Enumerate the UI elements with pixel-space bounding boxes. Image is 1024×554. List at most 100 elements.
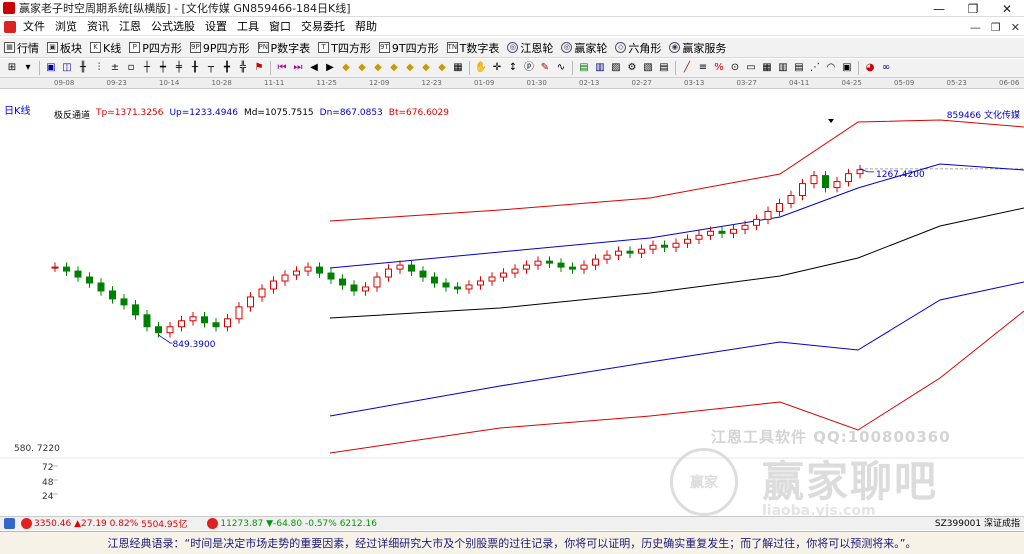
color-wheel-icon[interactable]: ◕ bbox=[863, 61, 877, 75]
toolbar-quotes-button[interactable]: ▦ 行情 bbox=[0, 38, 43, 58]
grid-status-icon[interactable] bbox=[4, 518, 15, 529]
menu-settings[interactable]: 设置 bbox=[200, 18, 232, 36]
layout-icon[interactable]: ⊞ bbox=[5, 61, 19, 75]
bars7-icon[interactable]: ╬ bbox=[236, 61, 250, 75]
menu-help[interactable]: 帮助 bbox=[350, 18, 382, 36]
calc-icon[interactable]: ▤ bbox=[577, 61, 591, 75]
bars3-icon[interactable]: ╪ bbox=[172, 61, 186, 75]
toolbar-winner-wheel-button[interactable]: ◎ 赢家轮 bbox=[557, 38, 611, 58]
toolbar-label: 赢家轮 bbox=[574, 41, 608, 55]
bars4-icon[interactable]: ╂ bbox=[188, 61, 202, 75]
toolbar-p-square-button[interactable]: P P四方形 bbox=[125, 38, 186, 58]
bar-type-icon[interactable]: ╫ bbox=[76, 61, 90, 75]
hand-icon[interactable]: ✋ bbox=[474, 61, 488, 75]
mdi-minimize-button[interactable]: — bbox=[970, 21, 981, 34]
menu-tools[interactable]: 工具 bbox=[232, 18, 264, 36]
plus-minus-icon[interactable]: ± bbox=[108, 61, 122, 75]
data-icon[interactable]: ▧ bbox=[641, 61, 655, 75]
percent-icon[interactable]: % bbox=[712, 61, 726, 75]
menu-formula[interactable]: 公式选股 bbox=[146, 18, 200, 36]
candle-body bbox=[362, 286, 369, 292]
diamond4-icon[interactable]: ◆ bbox=[387, 61, 401, 75]
box-tool-icon[interactable]: ▣ bbox=[840, 61, 854, 75]
square-grid-icon[interactable]: ▦ bbox=[760, 61, 774, 75]
toolbar-9p-square-button[interactable]: 9P 9P四方形 bbox=[186, 38, 254, 58]
close-button[interactable]: ✕ bbox=[990, 0, 1024, 17]
minimize-button[interactable]: — bbox=[922, 0, 956, 17]
candle-body bbox=[189, 316, 197, 322]
wave-tool-icon[interactable]: ∿ bbox=[554, 61, 568, 75]
dropdown-icon[interactable]: ▾ bbox=[21, 61, 35, 75]
candle-body bbox=[776, 202, 783, 212]
infinity-icon[interactable]: ∞ bbox=[879, 61, 893, 75]
menu-gann[interactable]: 江恩 bbox=[114, 18, 146, 36]
last-icon[interactable]: ⏭ bbox=[291, 61, 305, 75]
watermark-url: liaoba.yjs.com bbox=[762, 503, 876, 516]
menu-browse[interactable]: 浏览 bbox=[50, 18, 82, 36]
menu-logo-icon bbox=[4, 20, 16, 33]
diamond5-icon[interactable]: ◆ bbox=[403, 61, 417, 75]
toolbar-blocks-button[interactable]: ▣ 板块 bbox=[43, 38, 86, 58]
line-type-icon[interactable]: ⫶ bbox=[92, 61, 106, 75]
gann-wheel-icon: ◎ bbox=[507, 42, 519, 53]
right-icon[interactable]: ▶ bbox=[323, 61, 337, 75]
toolbar-label: 行情 bbox=[17, 41, 39, 55]
cross-icon[interactable]: ✛ bbox=[490, 61, 504, 75]
gann-fan-icon[interactable]: ⋰ bbox=[808, 61, 822, 75]
toolbar-t-table-button[interactable]: TN T数字表 bbox=[443, 38, 504, 58]
percent-tool-icon[interactable]: ⓟ bbox=[522, 61, 536, 75]
candle-body bbox=[557, 262, 565, 268]
grid-lines-icon[interactable]: ▦ bbox=[451, 61, 465, 75]
ruler-icon[interactable]: ▤ bbox=[792, 61, 806, 75]
toolbar-9t-square-button[interactable]: 9T 9T四方形 bbox=[375, 38, 443, 58]
sh-index-icon[interactable] bbox=[21, 518, 32, 529]
toolbar-t-square-button[interactable]: T T四方形 bbox=[314, 38, 375, 58]
list-icon[interactable]: ▤ bbox=[657, 61, 671, 75]
sz-index-icon[interactable] bbox=[207, 518, 219, 529]
menu-window[interactable]: 窗口 bbox=[264, 18, 296, 36]
diamond7-icon[interactable]: ◆ bbox=[435, 61, 449, 75]
menu-file[interactable]: 文件 bbox=[18, 18, 50, 36]
mdi-restore-button[interactable]: ❐ bbox=[991, 21, 1001, 34]
trend-line-icon[interactable]: ╱ bbox=[680, 61, 694, 75]
menu-trade[interactable]: 交易委托 bbox=[296, 18, 350, 36]
toolbar-service-button[interactable]: ◉ 赢家服务 bbox=[665, 38, 730, 58]
candle-type-icon[interactable]: ◫ bbox=[60, 61, 74, 75]
parallel-icon[interactable]: ▥ bbox=[776, 61, 790, 75]
cycle-icon[interactable]: ⊙ bbox=[728, 61, 742, 75]
candle-body bbox=[764, 210, 772, 220]
toolbar-p-table-button[interactable]: PN P数字表 bbox=[254, 38, 315, 58]
diamond2-icon[interactable]: ◆ bbox=[355, 61, 369, 75]
save-icon[interactable]: ▥ bbox=[593, 61, 607, 75]
first-icon[interactable]: ⏮ bbox=[275, 61, 289, 75]
flag-icon[interactable]: ⚑ bbox=[252, 61, 266, 75]
chart-type-icon[interactable]: ▣ bbox=[44, 61, 58, 75]
rect-icon[interactable]: ▭ bbox=[744, 61, 758, 75]
window-title: 赢家老子时空周期系统[纵横版] - [文化传媒 GN859466-184日K线] bbox=[19, 2, 351, 15]
diamond1-icon[interactable]: ◆ bbox=[339, 61, 353, 75]
candle-body bbox=[833, 181, 841, 189]
toolbar-kline-button[interactable]: K K线 bbox=[86, 38, 125, 58]
box-icon[interactable]: ▫ bbox=[124, 61, 138, 75]
kline-chart-area[interactable]: 09-08 09-23 10-14 10-28 11-11 11-25 12-09 12-23… bbox=[0, 78, 1024, 516]
arc-icon[interactable]: ◠ bbox=[824, 61, 838, 75]
cursor-icon[interactable]: ↕ bbox=[506, 61, 520, 75]
maximize-button[interactable]: ❐ bbox=[956, 0, 990, 17]
toolbar-gann-wheel-button[interactable]: ◎ 江恩轮 bbox=[503, 38, 557, 58]
export-icon[interactable]: ▨ bbox=[609, 61, 623, 75]
bars-icon[interactable]: ┼ bbox=[140, 61, 154, 75]
candle-body bbox=[695, 234, 703, 240]
candle-body bbox=[822, 175, 829, 189]
fib-icon[interactable]: ≡ bbox=[696, 61, 710, 75]
draw-tool-icon[interactable]: ✎ bbox=[538, 61, 552, 75]
menu-info[interactable]: 资讯 bbox=[82, 18, 114, 36]
diamond3-icon[interactable]: ◆ bbox=[371, 61, 385, 75]
bars6-icon[interactable]: ╋ bbox=[220, 61, 234, 75]
diamond6-icon[interactable]: ◆ bbox=[419, 61, 433, 75]
bars5-icon[interactable]: ┬ bbox=[204, 61, 218, 75]
bars2-icon[interactable]: ┿ bbox=[156, 61, 170, 75]
toolbar-hexagon-button[interactable]: ◇ 六角形 bbox=[611, 38, 665, 58]
settings-icon[interactable]: ⚙ bbox=[625, 61, 639, 75]
left-icon[interactable]: ◀ bbox=[307, 61, 321, 75]
mdi-close-button[interactable]: ✕ bbox=[1011, 21, 1020, 34]
